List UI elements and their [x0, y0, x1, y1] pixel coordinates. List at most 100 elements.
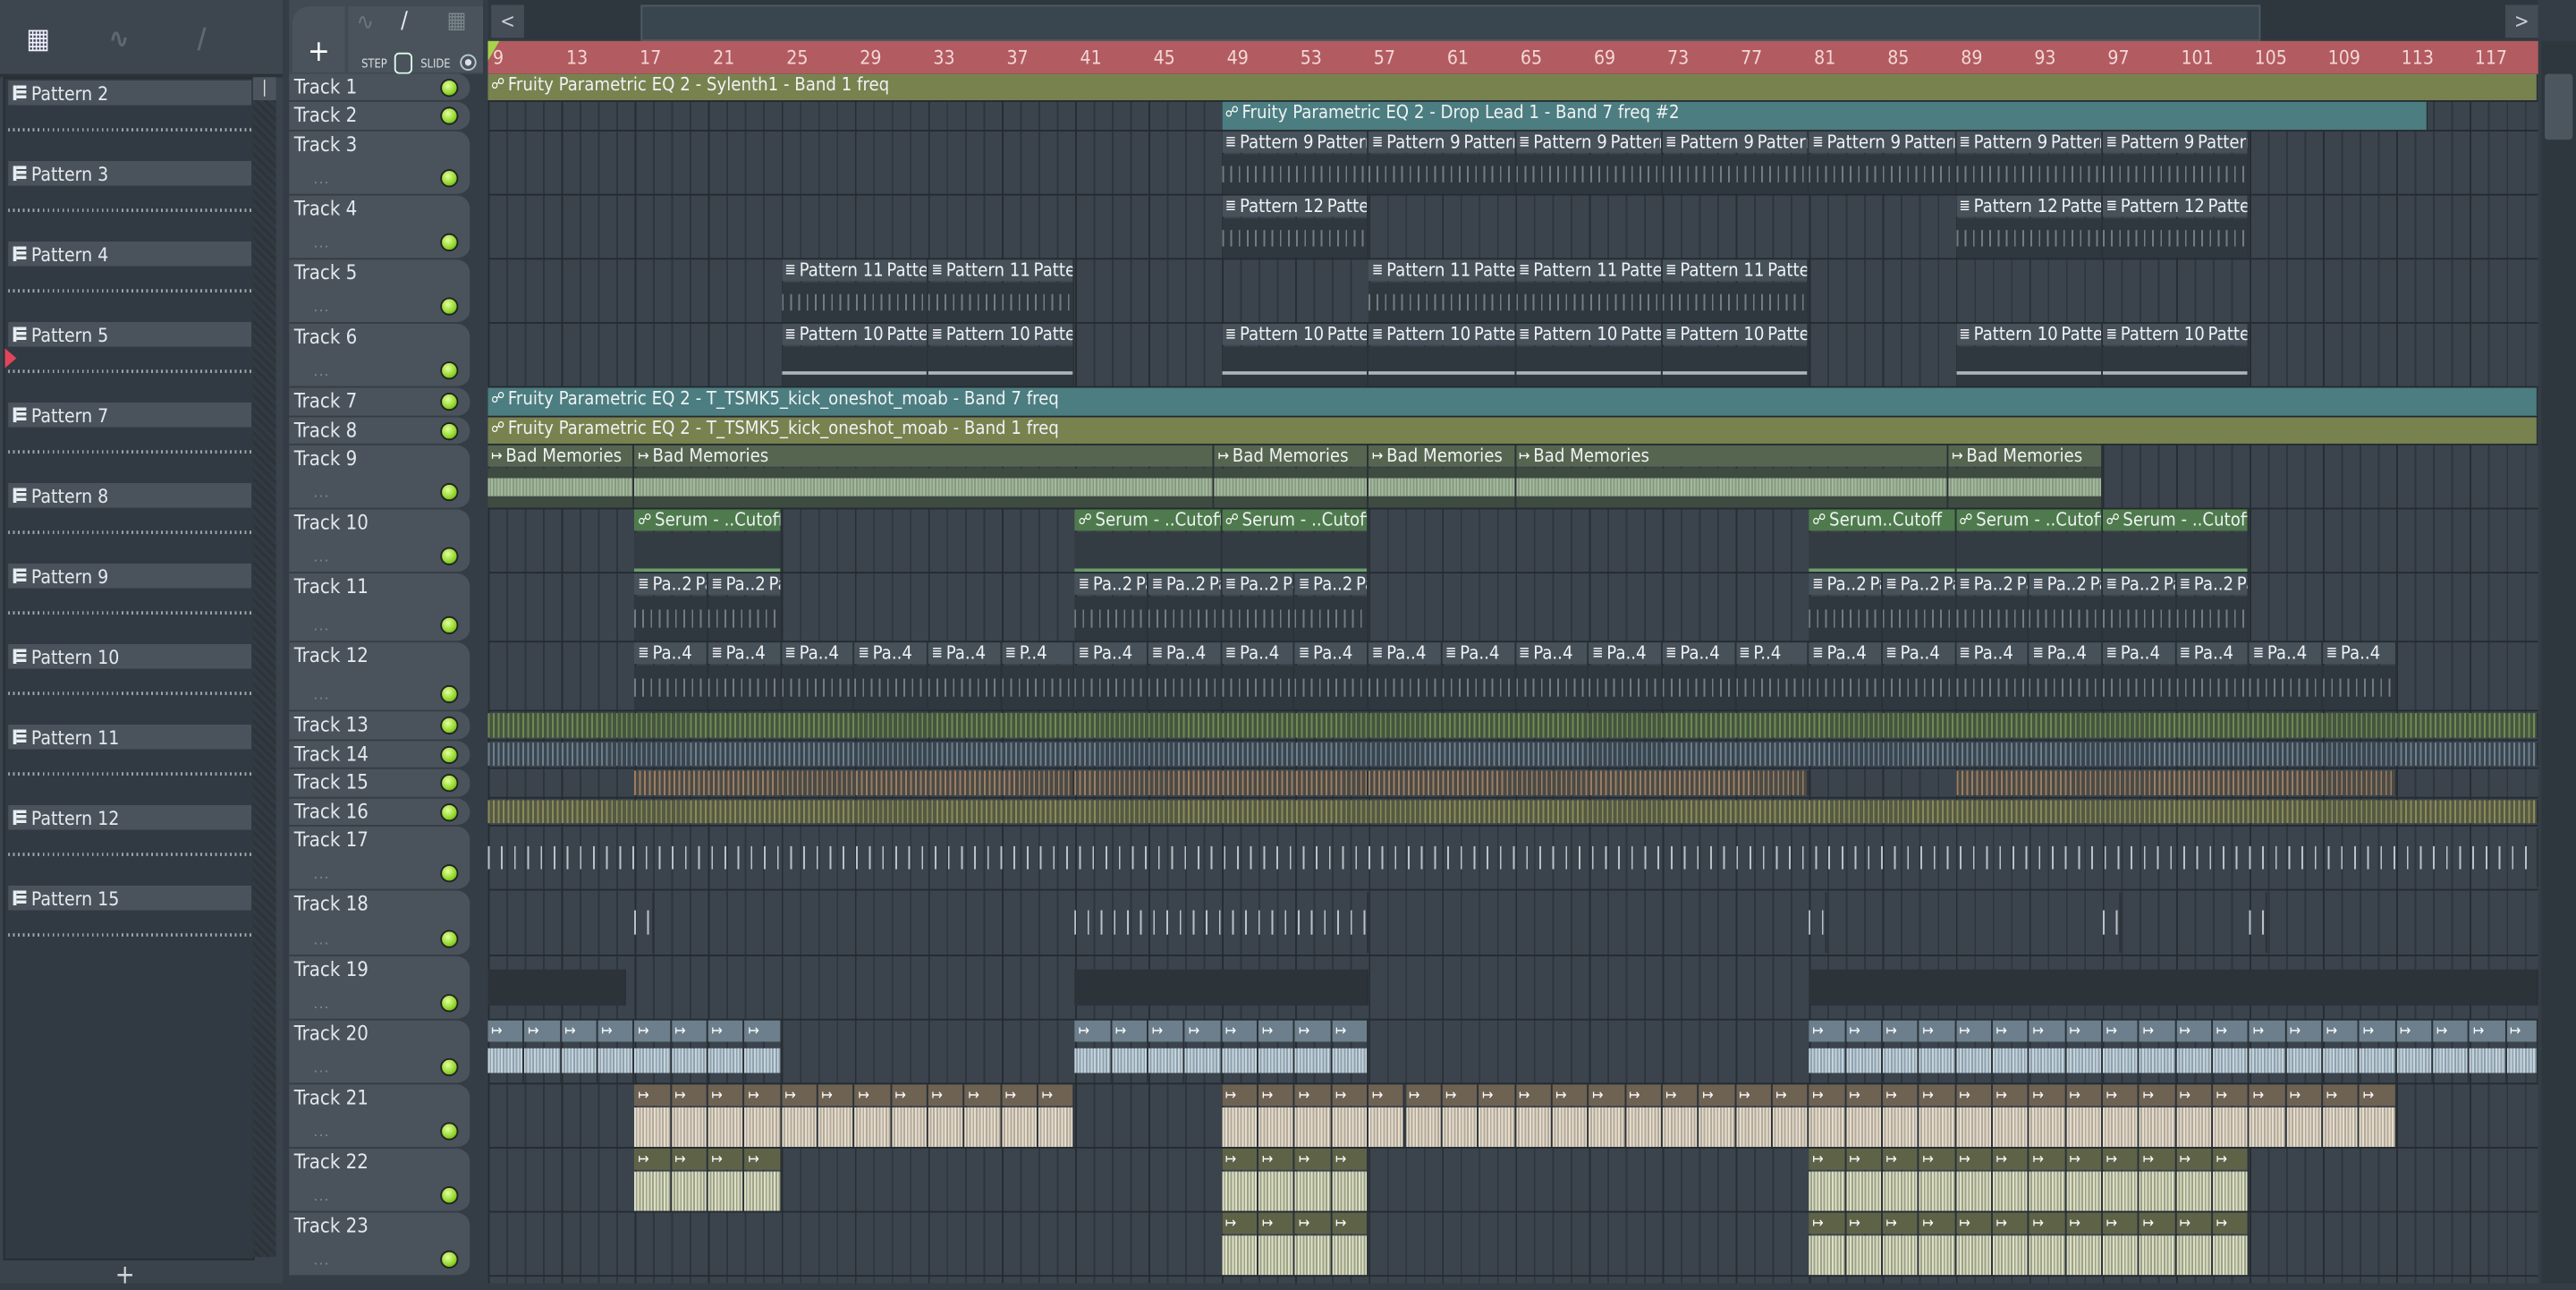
track-lane[interactable]: [487, 711, 2538, 742]
clip-header[interactable]: ↦: [1955, 1084, 1991, 1107]
clip-header[interactable]: ↦: [1332, 1084, 1368, 1107]
track-mute-led[interactable]: [440, 79, 459, 98]
pattern-item[interactable]: Pattern 10: [8, 643, 252, 721]
track-header[interactable]: Track 6 ···: [289, 323, 470, 388]
audio-slice-clip[interactable]: ↦: [1222, 1020, 1259, 1083]
pattern-clip[interactable]: ≣Pa..2Pa..2: [1222, 573, 1296, 641]
pattern-clip[interactable]: ≣Pattern 10Pattern 10: [1515, 323, 1663, 386]
clip-header[interactable]: ☍ Fruity Parametric EQ 2 - Drop Lead 1 - …: [1222, 102, 2426, 123]
audio-slice-clip[interactable]: ↦: [1699, 1084, 1736, 1148]
audio-slice-clip[interactable]: ↦: [2506, 1020, 2538, 1083]
clip-header[interactable]: ≣Pattern 12Pattern 12: [2102, 195, 2249, 217]
audio-slice-clip[interactable]: ↦: [671, 1148, 708, 1211]
automation-clip[interactable]: ☍ Serum - ..Cutoff: [1955, 509, 2103, 573]
track-options-dots[interactable]: ···: [314, 176, 330, 191]
audio-slice-clip[interactable]: ↦: [1185, 1020, 1223, 1083]
pattern-clip[interactable]: ≣ Pa..4: [2250, 642, 2324, 710]
track-mute-led[interactable]: [440, 994, 459, 1013]
clip-header[interactable]: ≣Pa..2Pa..2: [1955, 573, 2028, 595]
track-lane[interactable]: ☍ Fruity Parametric EQ 2 - Drop Lead 1 - …: [487, 101, 2538, 132]
clip-header[interactable]: ↦: [744, 1020, 780, 1042]
audio-slice-clip[interactable]: ↦: [708, 1020, 745, 1083]
clip-header[interactable]: ≣Pattern 11Pattern 11: [928, 259, 1074, 282]
piano-roll-icon[interactable]: ▦: [26, 23, 50, 56]
clip-header[interactable]: ↦: [2065, 1084, 2101, 1107]
pattern-clip[interactable]: ≣ Pa..4: [854, 642, 928, 710]
pattern-item[interactable]: Pattern 7: [8, 402, 252, 480]
clip-header[interactable]: ↦: [671, 1084, 707, 1107]
audio-slice-clip[interactable]: ↦: [2470, 1020, 2507, 1083]
clip-header[interactable]: ≣ Pa..4: [1442, 642, 1514, 665]
pattern-clip[interactable]: [1809, 892, 1828, 954]
clip-header[interactable]: ↦: [2250, 1020, 2285, 1042]
pattern-clip[interactable]: ≣ Pa..4: [1882, 642, 1956, 710]
pattern-item-header[interactable]: Pattern 12: [8, 804, 252, 830]
audio-slice-clip[interactable]: ↦: [2175, 1020, 2213, 1083]
clip-header[interactable]: ↦: [1809, 1212, 1844, 1235]
pattern-clip[interactable]: ≣ Pa..4: [1589, 642, 1663, 710]
clip-header[interactable]: ↦ Bad Memories: [487, 445, 633, 467]
clip-header[interactable]: ≣ Pa..4: [1075, 642, 1148, 665]
pattern-clip[interactable]: ≣Pattern 11Pattern 11: [928, 259, 1076, 322]
pattern-clip[interactable]: ≣Pa..2Pa..2: [1882, 573, 1956, 641]
clip-header[interactable]: ≣Pattern 10Pattern 10: [928, 323, 1074, 345]
audio-slice-clip[interactable]: ↦: [1222, 1084, 1259, 1148]
clip-header[interactable]: ↦ Bad Memories: [1948, 445, 2102, 467]
clip-header[interactable]: ≣ Pa..4: [781, 642, 853, 665]
clip-header[interactable]: ↦: [671, 1148, 707, 1170]
pattern-clip[interactable]: ≣Pattern 11Pattern 11: [1368, 259, 1516, 322]
clip-header[interactable]: ≣Pattern 10Pattern 10: [781, 323, 928, 345]
pattern-item-header[interactable]: Pattern 11: [8, 724, 252, 750]
audio-clip[interactable]: ↦ Bad Memories: [1948, 445, 2103, 508]
audio-clip[interactable]: ↦ Bad Memories: [1368, 445, 1516, 508]
clip-header[interactable]: ≣ Pa..4: [928, 642, 1001, 665]
audio-slice-clip[interactable]: ↦: [2175, 1148, 2213, 1211]
audio-slice-clip[interactable]: ↦: [2360, 1084, 2397, 1148]
clip-header[interactable]: ↦: [1258, 1212, 1294, 1235]
audio-slice-clip[interactable]: ↦: [487, 1020, 525, 1083]
clip-header[interactable]: ≣ Pa..4: [2175, 642, 2249, 665]
pattern-item-header[interactable]: Pattern 15: [8, 885, 252, 911]
clip-header[interactable]: ☍ Serum - ..Cutoff: [1955, 509, 2102, 531]
clip-header[interactable]: ↦: [1222, 1212, 1258, 1235]
audio-slice-clip[interactable]: ↦: [1955, 1212, 1993, 1276]
clip-header[interactable]: ↦: [2029, 1084, 2064, 1107]
pattern-clip[interactable]: ≣ Pa..4: [1368, 642, 1443, 710]
audio-clip[interactable]: ↦ Bad Memories: [1214, 445, 1369, 508]
clip-header[interactable]: ↦: [2323, 1084, 2359, 1107]
track-options-dots[interactable]: ···: [314, 1001, 330, 1016]
track-options-dots[interactable]: ···: [314, 692, 330, 707]
track-options-dots[interactable]: ···: [314, 1065, 330, 1080]
audio-slice-clip[interactable]: ↦: [671, 1084, 708, 1148]
track-header[interactable]: Track 16: [289, 798, 470, 827]
audio-clip[interactable]: ↦ Bad Memories: [634, 445, 1215, 508]
pattern-clip[interactable]: ≣ Pa..4: [2323, 642, 2397, 710]
audio-slice-clip[interactable]: ↦: [1882, 1212, 1919, 1276]
clip-header[interactable]: ↦: [1845, 1212, 1881, 1235]
audio-slice-clip[interactable]: ↦: [1332, 1020, 1369, 1083]
clip-header[interactable]: ≣Pattern 11Pattern 11: [1515, 259, 1661, 282]
clip-header[interactable]: ☍ Serum - ..Cutoff: [2102, 509, 2249, 531]
clip-header[interactable]: ↦: [1405, 1084, 1441, 1107]
audio-slice-clip[interactable]: ↦: [1919, 1084, 1956, 1148]
clip-header[interactable]: ↦: [1955, 1212, 1991, 1235]
audio-slice-clip[interactable]: ↦: [1295, 1212, 1333, 1276]
pattern-item-header[interactable]: Pattern 9: [8, 563, 252, 589]
pattern-clip[interactable]: ≣Pattern 9Pattern 9: [1368, 131, 1516, 194]
pattern-clip[interactable]: [1075, 968, 1369, 1006]
audio-slice-clip[interactable]: ↦: [1992, 1020, 2029, 1083]
pattern-item-header[interactable]: Pattern 7: [8, 402, 252, 428]
clip-header[interactable]: ≣Pa..2Pa..2: [1075, 573, 1148, 595]
clip-header[interactable]: ≣ Pa..4: [1515, 642, 1588, 665]
clip-header[interactable]: ☍ Serum - ..Cutoff: [1222, 509, 1368, 531]
pattern-clip[interactable]: ≣Pattern 9Pattern 9: [1955, 131, 2103, 194]
pattern-clip[interactable]: ≣ Pa..4: [1075, 642, 1149, 710]
clip-header[interactable]: ↦: [1479, 1084, 1514, 1107]
clip-header[interactable]: ↦: [1442, 1084, 1478, 1107]
audio-slice-clip[interactable]: ↦: [1662, 1084, 1699, 1148]
audio-slice-clip[interactable]: ↦: [2065, 1084, 2103, 1148]
track-mute-led[interactable]: [440, 615, 459, 634]
clip-header[interactable]: ≣Pattern 9Pattern 9: [1955, 131, 2102, 153]
pattern-clip[interactable]: [1368, 770, 1809, 795]
clip-header[interactable]: ☍ Serum..Cutoff: [1809, 509, 1954, 531]
